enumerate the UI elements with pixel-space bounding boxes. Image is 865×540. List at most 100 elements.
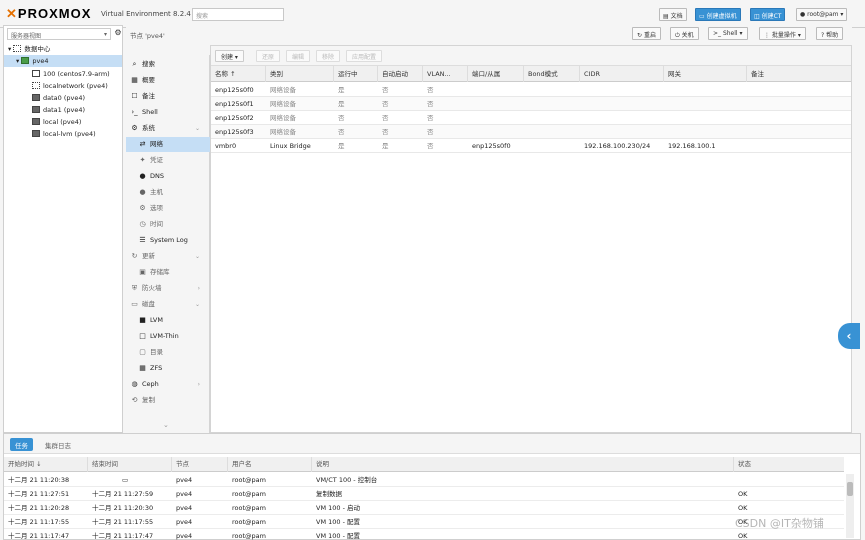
- cell-autostart: 否: [382, 100, 389, 108]
- menu-item-lvm-thin[interactable]: □ LVM-Thin: [126, 329, 210, 344]
- replication-icon: ⟲: [131, 396, 138, 404]
- table-row[interactable]: enp125s0f1 网络设备 是 否 否: [211, 97, 851, 111]
- menu-item-ceph[interactable]: ◍ Ceph ›: [126, 377, 210, 392]
- menu-item-system[interactable]: ⚙ 系统 ⌄: [126, 121, 210, 136]
- menu-item-zfs[interactable]: ▦ ZFS: [126, 361, 210, 376]
- column-header-autostart[interactable]: 自动启动: [378, 66, 423, 82]
- scrollbar-thumb[interactable]: [847, 482, 853, 496]
- menu-item-repositories[interactable]: ▣ 存储库: [126, 265, 210, 280]
- chevron-down-icon: ▾: [795, 32, 801, 39]
- resource-tree: 服务器视图 ▾ ⚙ ▾ 数据中心 ▾ pve4 100 (centos7.9-ar…: [3, 25, 123, 433]
- column-header-cidr[interactable]: CIDR: [580, 66, 664, 82]
- create-vm-button[interactable]: ▭ 创建虚拟机: [695, 8, 741, 21]
- shell-button[interactable]: >_ Shell ▾: [708, 27, 748, 40]
- apply-config-button[interactable]: 应用配置: [346, 50, 383, 62]
- tree-item-node-pve4[interactable]: ▾ pve4: [4, 55, 122, 67]
- collapse-panel-icon[interactable]: ‹: [838, 323, 860, 349]
- menu-item-options[interactable]: ⚙ 选项: [126, 201, 210, 216]
- tab-tasks[interactable]: 任务: [10, 438, 33, 451]
- monitor-icon: [32, 70, 40, 77]
- tree-item-storage-local-lvm[interactable]: local-lvm (pve4): [4, 128, 122, 140]
- menu-item-disks[interactable]: ▭ 磁盘 ⌄: [126, 297, 210, 312]
- create-ct-button[interactable]: ◫ 创建CT: [750, 8, 786, 21]
- create-button[interactable]: 创建 ▾: [215, 50, 244, 62]
- column-header-bond-mode[interactable]: Bond模式: [524, 66, 580, 82]
- log-row[interactable]: 十二月 21 11:20:38 ▭ pve4 root@pam VM/CT 100 - …: [4, 473, 844, 487]
- column-header-comment[interactable]: 备注: [747, 66, 851, 82]
- user-menu-button[interactable]: ● root@pam ▾: [796, 8, 848, 21]
- column-header-name[interactable]: 名称 ↑: [211, 66, 266, 82]
- book-icon: ▤: [663, 13, 671, 20]
- log-row[interactable]: 十二月 21 11:20:28 十二月 21 11:20:30 pve4 root@p…: [4, 501, 844, 515]
- cell-start-time: 十二月 21 11:17:47: [8, 532, 70, 540]
- log-row[interactable]: 十二月 21 11:27:51 十二月 21 11:27:59 pve4 root@p…: [4, 487, 844, 501]
- revert-button[interactable]: 还原: [256, 50, 281, 62]
- menu-item-shell[interactable]: ›_ Shell: [126, 105, 210, 120]
- log-row[interactable]: 十二月 21 11:17:55 十二月 21 11:17:55 pve4 root@p…: [4, 515, 844, 529]
- menu-item-firewall[interactable]: ⛨ 防火墙 ›: [126, 281, 210, 296]
- reboot-button[interactable]: ↻ 重启: [632, 27, 661, 40]
- menu-item-updates[interactable]: ↻ 更新 ⌄: [126, 249, 210, 264]
- menu-item-lvm[interactable]: ■ LVM: [126, 313, 210, 328]
- menu-item-network[interactable]: ⇄ 网络: [126, 137, 210, 152]
- tree-item-storage-local[interactable]: local (pve4): [4, 116, 122, 128]
- menu-item-search[interactable]: ⌕ 搜索: [126, 57, 210, 72]
- database-icon: [32, 130, 40, 137]
- cell-active: 否: [338, 114, 345, 122]
- menu-item-directory[interactable]: ▢ 目录: [126, 345, 210, 360]
- cell-comment: [747, 125, 751, 139]
- column-header-gateway[interactable]: 网关: [664, 66, 747, 82]
- cell-ports: [468, 83, 472, 97]
- search-input[interactable]: 搜索: [192, 8, 284, 21]
- cell-node: pve4: [176, 490, 193, 498]
- menu-item-certificates[interactable]: ✦ 凭证: [126, 153, 210, 168]
- column-header-ports[interactable]: 端口/从属: [468, 66, 524, 82]
- scroll-down-icon[interactable]: ⌄: [163, 421, 169, 429]
- tree-item-datacenter[interactable]: ▾ 数据中心: [4, 43, 122, 55]
- cell-node: pve4: [176, 532, 193, 540]
- column-header-end-time[interactable]: 结束时间: [88, 457, 172, 472]
- tree-item-storage-data0[interactable]: data0 (pve4): [4, 92, 122, 104]
- log-row[interactable]: 十二月 21 11:17:47 十二月 21 11:17:47 pve4 root@p…: [4, 529, 844, 540]
- notes-icon: ☐: [131, 92, 138, 100]
- cell-vlan: 否: [427, 142, 434, 150]
- table-row[interactable]: enp125s0f0 网络设备 是 否 否: [211, 83, 851, 97]
- node-menu: ⌕ 搜索 ▦ 概要 ☐ 备注 ›_ Shell ⚙ 系统 ⌄ ⇄ 网络 ✦ 凭证 ● DNS ● 主…: [126, 55, 210, 433]
- menu-item-summary[interactable]: ▦ 概要: [126, 73, 210, 88]
- log-tabs: 任务 集群日志: [4, 434, 860, 454]
- docs-button[interactable]: ▤ 文档: [659, 8, 687, 21]
- table-row[interactable]: enp125s0f2 网络设备 否 否 否: [211, 111, 851, 125]
- remove-button[interactable]: 移除: [316, 50, 341, 62]
- edit-button[interactable]: 编辑: [286, 50, 311, 62]
- cell-description: VM 100 - 配置: [316, 518, 361, 526]
- column-header-vlan[interactable]: VLAN...: [423, 66, 468, 82]
- column-header-description[interactable]: 说明: [312, 457, 734, 472]
- tab-cluster-log[interactable]: 集群日志: [40, 438, 76, 451]
- log-scrollbar[interactable]: [846, 474, 854, 538]
- column-header-active[interactable]: 运行中: [334, 66, 378, 82]
- column-header-start-time[interactable]: 开始时间 ↓: [4, 457, 88, 472]
- tree-item-vm-100[interactable]: 100 (centos7.9-arm): [4, 68, 122, 80]
- cell-gateway: [664, 111, 668, 125]
- bulk-actions-button[interactable]: ⋮ 批量操作 ▾: [759, 27, 806, 40]
- menu-item-replication[interactable]: ⟲ 复制: [126, 393, 210, 408]
- column-header-type[interactable]: 类别: [266, 66, 334, 82]
- column-header-status[interactable]: 状态: [734, 457, 844, 472]
- cell-gateway: [664, 97, 668, 111]
- table-row[interactable]: vmbr0 Linux Bridge 是 是 否 enp125s0f0 192.168.10…: [211, 139, 851, 153]
- folder-icon: ▢: [139, 348, 146, 356]
- menu-item-notes[interactable]: ☐ 备注: [126, 89, 210, 104]
- column-header-node[interactable]: 节点: [172, 457, 228, 472]
- table-row[interactable]: enp125s0f3 网络设备 否 否 否: [211, 125, 851, 139]
- gear-icon[interactable]: ⚙: [113, 28, 123, 40]
- tree-item-localnetwork[interactable]: localnetwork (pve4): [4, 80, 122, 92]
- menu-item-hosts[interactable]: ● 主机: [126, 185, 210, 200]
- menu-item-system-log[interactable]: ☰ System Log: [126, 233, 210, 248]
- menu-item-dns[interactable]: ● DNS: [126, 169, 210, 184]
- tree-item-storage-data1[interactable]: data1 (pve4): [4, 104, 122, 116]
- view-select[interactable]: 服务器视图 ▾: [7, 28, 111, 40]
- column-header-user[interactable]: 用户名: [228, 457, 312, 472]
- help-button[interactable]: ? 帮助: [816, 27, 844, 40]
- menu-item-time[interactable]: ◷ 时间: [126, 217, 210, 232]
- shutdown-button[interactable]: ⏻ 关机: [670, 27, 699, 40]
